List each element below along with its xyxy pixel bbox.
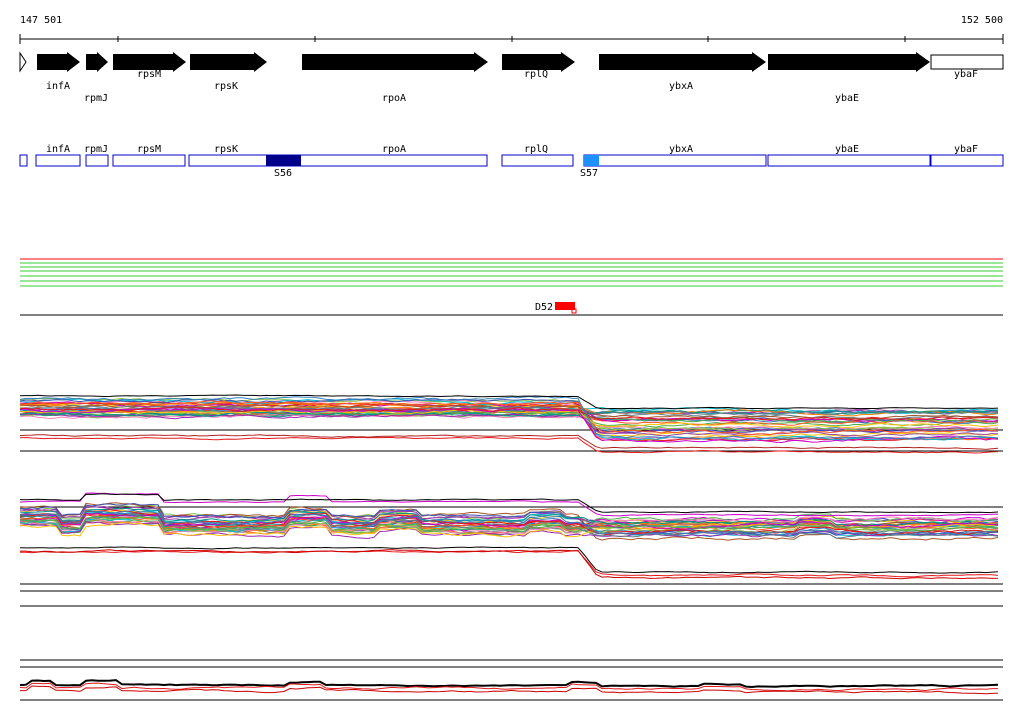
gene-arrow-rpoA[interactable]	[302, 52, 488, 72]
operon-box-ybxA[interactable]	[583, 154, 767, 167]
site-label-S57: S57	[580, 168, 598, 179]
operon-label-ybaF: ybaF	[954, 144, 978, 155]
gene-label-ybxA: ybxA	[669, 81, 693, 92]
gene-arrow-ybaE[interactable]	[768, 52, 930, 72]
operon-label-ybxA: ybxA	[669, 144, 693, 155]
gene-label-rpsK: rpsK	[214, 81, 238, 92]
gene-arrow-ybxA[interactable]	[599, 52, 766, 72]
gene-label-ybaE: ybaE	[835, 93, 859, 104]
gene-label-rpoA: rpoA	[382, 93, 406, 104]
operon-box-ybaE[interactable]	[767, 154, 931, 167]
operon-label-rpsM: rpsM	[137, 144, 161, 155]
coordinate-ruler: 147 501 152 500	[19, 15, 1004, 44]
gene-arrow-rpsK[interactable]	[190, 52, 267, 72]
operon-box-rpsM[interactable]	[112, 154, 186, 167]
expression-trace-reference	[19, 493, 999, 514]
operon-label-rpmJ: rpmJ	[84, 144, 108, 155]
gene-label-rpmJ: rpmJ	[84, 93, 108, 104]
gene-label-ybaF: ybaF	[954, 69, 978, 80]
gene-arrow-infA[interactable]	[37, 52, 80, 72]
gene-arrow-rpmJ[interactable]	[86, 52, 108, 72]
gene-box-ybaF[interactable]	[930, 54, 1004, 70]
operon-box-rpmJ[interactable]	[85, 154, 109, 167]
ruler-start-label: 147 501	[20, 15, 62, 26]
expression-panel-3	[19, 659, 1003, 701]
gene-label-rplQ: rplQ	[524, 69, 548, 80]
partial-gene-arrow[interactable]	[19, 51, 27, 73]
site-label-S56: S56	[274, 168, 292, 179]
expression-trace	[19, 492, 999, 517]
deletion-label: D52	[535, 302, 553, 313]
operon-box-partial[interactable]	[19, 154, 28, 167]
expression-panel-1	[19, 394, 1003, 454]
operon-box-ybaF[interactable]	[930, 154, 1004, 167]
ruler-end-label: 152 500	[961, 15, 1003, 26]
operon-label-rpoA: rpoA	[382, 144, 406, 155]
operon-label-infA: infA	[46, 144, 70, 155]
site-marker-S56[interactable]	[266, 155, 301, 166]
operon-label-ybaE: ybaE	[835, 144, 859, 155]
gene-label-rpsM: rpsM	[137, 69, 161, 80]
expression-trace-reference	[19, 679, 999, 689]
expression-trace-control	[19, 685, 999, 695]
operon-box-infA[interactable]	[35, 154, 81, 167]
operon-track: infA rpmJ rpsM rpsK rpoA S56 rplQ ybxA S…	[19, 144, 1004, 179]
genome-browser-canvas: 147 501 152 500 infA rpmJ rpsM rpsK rpoA…	[19, 15, 1004, 701]
expression-panel-2	[19, 492, 1003, 607]
reference-line-track	[20, 258, 1003, 287]
gene-track: infA rpmJ rpsM rpsK rpoA rplQ ybxA ybaE …	[19, 51, 1004, 104]
operon-label-rpsK: rpsK	[214, 144, 238, 155]
operon-label-rplQ: rplQ	[524, 144, 548, 155]
operon-box-rplQ[interactable]	[501, 154, 574, 167]
expression-trace-control	[20, 549, 999, 580]
operon-box-rpsK-rpoA[interactable]	[188, 154, 488, 167]
deletion-track: D52	[20, 302, 1003, 316]
expression-trace-control	[19, 550, 999, 578]
gene-label-infA: infA	[46, 81, 70, 92]
site-marker-S57[interactable]	[584, 155, 599, 166]
